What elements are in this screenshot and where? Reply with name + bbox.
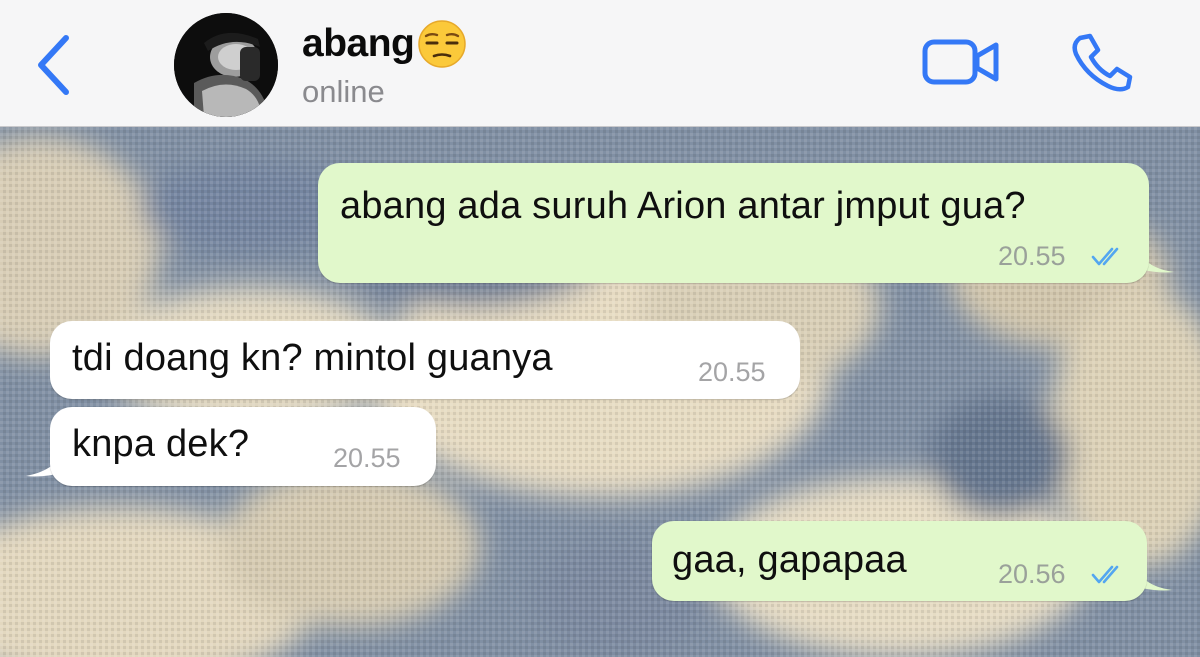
contact-status: online <box>302 74 385 109</box>
video-camera-icon <box>922 39 999 85</box>
video-call-button[interactable] <box>920 34 1002 90</box>
message-text: gaa, gapapaa <box>672 539 907 581</box>
avatar-photo <box>174 13 278 117</box>
unamused-face-emoji <box>418 20 467 68</box>
chevron-left-icon <box>38 35 69 95</box>
phone-icon <box>1072 33 1133 92</box>
voice-call-button[interactable] <box>1068 32 1134 94</box>
incoming-message-bubble[interactable]: tdi doang kn? mintol guanya 20.55 <box>50 321 800 399</box>
message-text: knpa dek? <box>72 423 250 465</box>
message-text: abang ada suruh Arion antar jmput gua? <box>340 185 1026 227</box>
back-button[interactable] <box>30 32 80 98</box>
contact-name: abang <box>302 22 415 65</box>
message-text: tdi doang kn? mintol guanya <box>72 337 553 379</box>
contact-name-row[interactable]: abang <box>302 18 468 70</box>
message-time: 20.56 <box>998 559 1066 589</box>
read-ticks-icon <box>1091 247 1119 266</box>
avatar[interactable] <box>174 13 278 117</box>
chat-header: abang online <box>0 0 1200 127</box>
chat-screen: abang online abang ada suruh Arion antar… <box>0 0 1200 657</box>
outgoing-message-bubble[interactable]: gaa, gapapaa 20.56 <box>652 521 1147 601</box>
incoming-message-bubble[interactable]: knpa dek? 20.55 <box>50 407 436 486</box>
message-time: 20.55 <box>333 443 401 473</box>
read-ticks-icon <box>1091 565 1119 584</box>
message-time: 20.55 <box>698 357 766 387</box>
outgoing-message-bubble[interactable]: abang ada suruh Arion antar jmput gua? 2… <box>318 163 1149 283</box>
message-time: 20.55 <box>998 241 1066 271</box>
